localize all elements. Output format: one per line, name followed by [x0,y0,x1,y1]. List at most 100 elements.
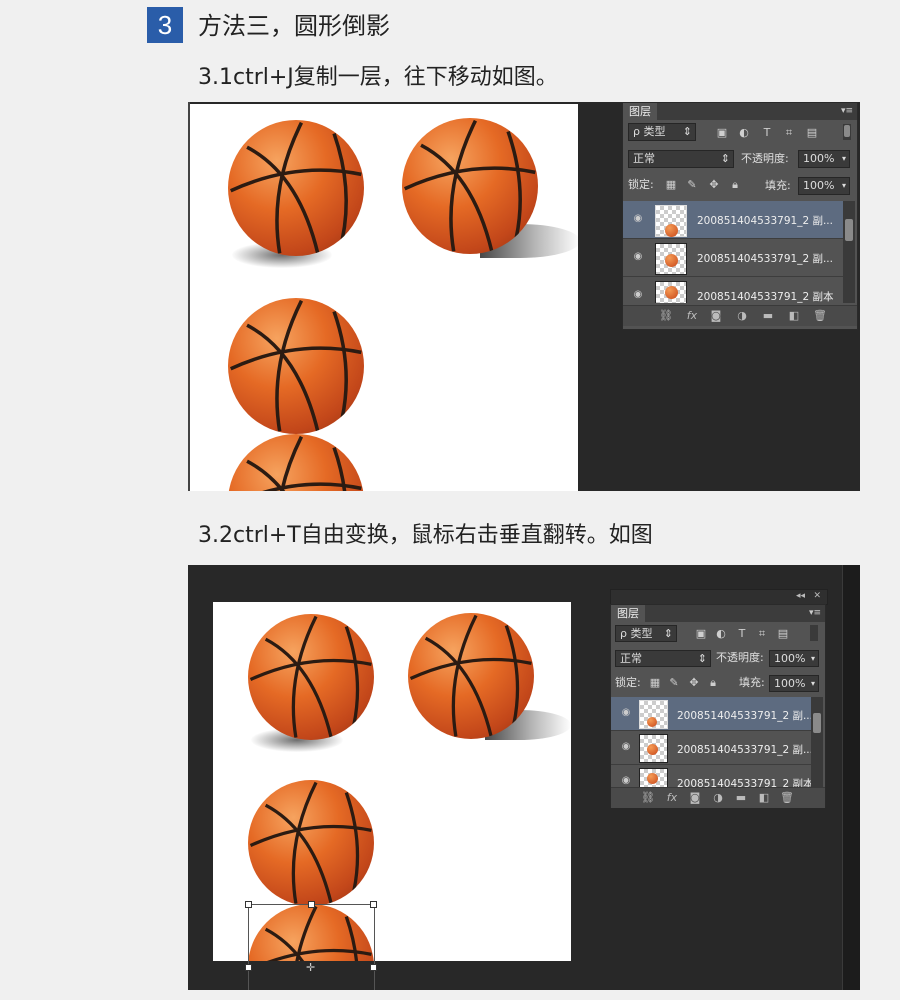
adjust-filter-icon[interactable]: ◐ [738,127,750,139]
chevron-updown-icon: ⇕ [697,652,707,665]
layer-list: ◉ 200851404533791_2 副... ◉ 2008514045337… [611,697,811,787]
layer-scrollbar[interactable] [843,201,855,303]
smart-filter-icon[interactable]: ▤ [806,127,818,139]
panel-title-bar[interactable]: ◂◂ ✕ [610,589,828,605]
lock-pixels-icon[interactable]: ▦ [649,677,661,689]
transform-handle[interactable] [245,901,252,908]
scrollbar-thumb[interactable] [845,219,853,241]
panel-menu-icon[interactable]: ▾≡ [841,103,853,119]
lock-brush-icon[interactable]: ✎ [668,677,680,689]
filter-type-label: ρ 类型 [620,627,653,640]
transform-center-icon[interactable]: ✛ [306,962,315,973]
opacity-value: 100% [774,652,806,665]
step-number-badge: 3 [147,7,183,43]
shape-filter-icon[interactable]: ⌗ [756,628,768,640]
image-filter-icon[interactable]: ▣ [716,127,728,139]
layer-thumbnail [655,243,687,275]
layer-thumbnail [655,205,687,237]
folder-icon[interactable]: ▬ [734,791,748,805]
transform-handle[interactable] [370,964,377,971]
smart-filter-icon[interactable]: ▤ [777,628,789,640]
lock-all-icon[interactable]: 🔒︎ [707,677,719,689]
text-filter-icon[interactable]: T [736,628,748,640]
filter-toggle-thumb [844,125,850,137]
shape-filter-icon[interactable]: ⌗ [783,127,795,139]
mask-icon[interactable]: ◙ [709,309,723,323]
adjustment-icon[interactable]: ◑ [711,791,725,805]
new-layer-icon[interactable]: ◧ [757,791,771,805]
collapse-icon[interactable]: ◂◂ [796,590,805,603]
lock-pixels-icon[interactable]: ▦ [665,179,677,191]
close-icon[interactable]: ✕ [813,590,821,603]
eye-icon[interactable]: ◉ [631,214,645,224]
layer-row[interactable]: ◉ 200851404533791_2 副... [623,239,843,277]
eye-icon[interactable]: ◉ [631,290,645,300]
filter-type-select[interactable]: ρ 类型 ⇕ [628,123,696,141]
fill-input[interactable]: 100% ▾ [769,675,819,692]
chevron-down-icon: ▾ [810,654,815,663]
folder-icon[interactable]: ▬ [761,309,775,323]
substep-1-text: 3.1ctrl+J复制一层，往下移动如图。 [198,65,558,90]
link-icon[interactable]: ⛓︎ [641,791,655,805]
filter-toggle[interactable] [843,124,851,140]
text-filter-icon[interactable]: T [761,127,773,139]
opacity-input[interactable]: 100% ▾ [798,150,850,168]
fx-icon[interactable]: fx [685,309,699,323]
tab-layers[interactable]: 图层 [623,103,657,120]
eye-icon[interactable]: ◉ [619,776,633,786]
scrollbar-thumb[interactable] [813,713,821,733]
filter-type-label: ρ 类型 [633,125,666,138]
thumbnail-ball [665,286,678,299]
tab-layers[interactable]: 图层 [611,605,645,622]
eye-icon[interactable]: ◉ [619,742,633,752]
image-filter-icon[interactable]: ▣ [695,628,707,640]
transform-handle[interactable] [308,901,315,908]
panel-footer: ⛓︎ fx ◙ ◑ ▬ ◧ 🗑︎ [623,305,857,326]
fill-label: 填充: [765,179,791,192]
blend-mode-select[interactable]: 正常 ⇕ [615,650,711,667]
new-layer-icon[interactable]: ◧ [787,309,801,323]
filter-toggle[interactable] [810,625,818,641]
mask-icon[interactable]: ◙ [688,791,702,805]
chevron-down-icon: ▾ [810,679,815,688]
panel-menu-icon[interactable]: ▾≡ [809,605,821,621]
layer-row[interactable]: ◉ 200851404533791_2 副本 [611,765,811,787]
lock-label: 锁定: [628,178,654,191]
document-canvas[interactable] [190,104,578,491]
filter-type-select[interactable]: ρ 类型 ⇕ [615,625,677,642]
transform-bounding-box[interactable] [248,904,375,990]
layer-list: ◉ 200851404533791_2 副... ◉ 2008514045337… [623,201,843,303]
layer-name: 200851404533791_2 副... [697,253,833,265]
lock-move-icon[interactable]: ✥ [708,179,720,191]
eye-icon[interactable]: ◉ [619,708,633,718]
link-icon[interactable]: ⛓︎ [659,309,673,323]
lock-brush-icon[interactable]: ✎ [686,179,698,191]
adjustment-icon[interactable]: ◑ [735,309,749,323]
side-panel-strip [842,565,860,990]
thumbnail-ball [665,254,678,267]
layer-scrollbar[interactable] [811,697,823,787]
transform-handle[interactable] [245,964,252,971]
opacity-input[interactable]: 100% ▾ [769,650,819,667]
trash-icon[interactable]: 🗑︎ [813,309,827,323]
layer-row[interactable]: ◉ 200851404533791_2 副本 [623,277,843,303]
chevron-updown-icon: ⇕ [663,627,673,640]
fill-value: 100% [774,677,806,690]
fill-input[interactable]: 100% ▾ [798,177,850,195]
layer-row[interactable]: ◉ 200851404533791_2 副... [611,697,811,731]
trash-icon[interactable]: 🗑︎ [780,791,794,805]
layer-name: 200851404533791_2 副... [697,215,833,227]
lock-label: 锁定: [615,676,641,689]
panel-tab-bar: 图层 ▾≡ [623,103,857,120]
lock-all-icon[interactable]: 🔒︎ [729,179,741,191]
blend-mode-select[interactable]: 正常 ⇕ [628,150,734,168]
adjust-filter-icon[interactable]: ◐ [715,628,727,640]
fx-icon[interactable]: fx [665,791,679,805]
transform-handle[interactable] [370,901,377,908]
layer-row[interactable]: ◉ 200851404533791_2 副... [611,731,811,765]
eye-icon[interactable]: ◉ [631,252,645,262]
lock-move-icon[interactable]: ✥ [688,677,700,689]
chevron-updown-icon: ⇕ [720,152,730,165]
chevron-updown-icon: ⇕ [682,125,692,138]
layer-row[interactable]: ◉ 200851404533791_2 副... [623,201,843,239]
